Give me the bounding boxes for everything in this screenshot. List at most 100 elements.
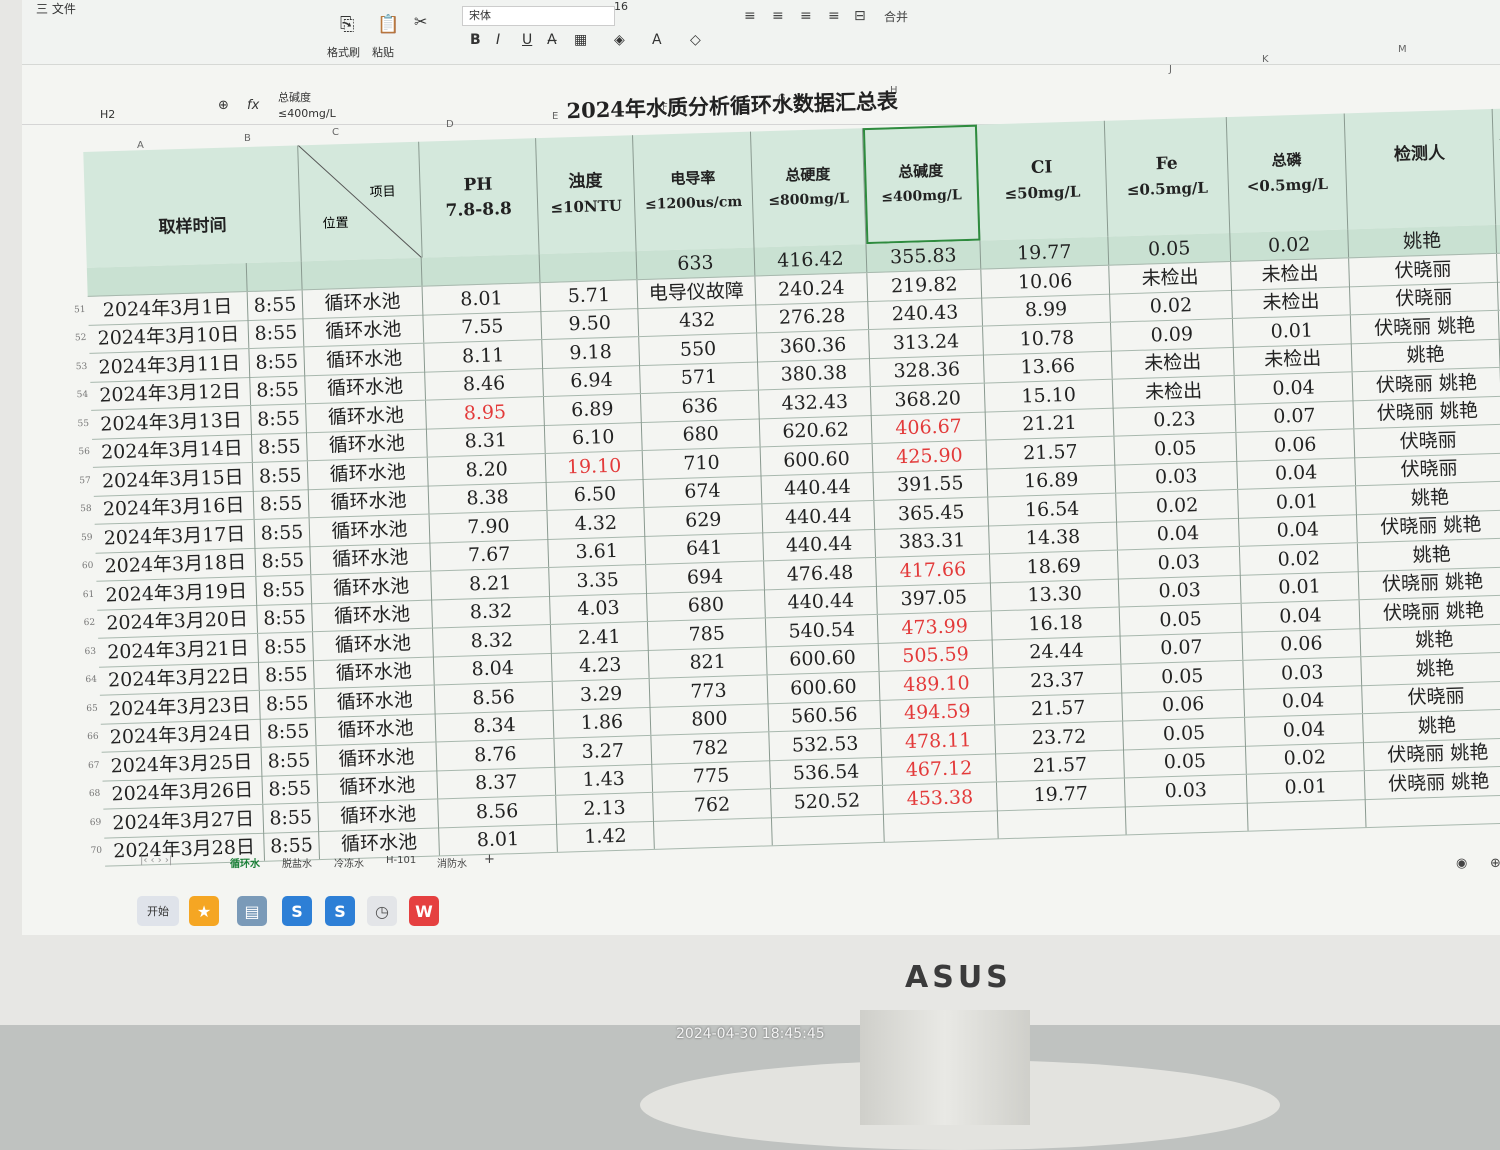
cell-alkalinity[interactable]: 383.31 <box>875 525 990 557</box>
strikethrough-icon[interactable]: A̶ <box>547 32 557 48</box>
cell-ph[interactable]: 8.37 <box>437 766 557 799</box>
cell-alkalinity[interactable]: 397.05 <box>876 582 992 614</box>
cell-cl[interactable]: 10.78 <box>983 322 1112 355</box>
cell-location[interactable]: 循环水池 <box>304 343 426 375</box>
cell-location[interactable]: 循环水池 <box>306 400 427 432</box>
cell-fe[interactable]: 0.04 <box>1117 517 1240 550</box>
cell-cl[interactable]: 16.54 <box>988 493 1118 525</box>
cell-hardness[interactable]: 620.62 <box>759 415 873 447</box>
cut-icon[interactable]: ✂ <box>414 12 427 31</box>
cell-hardness[interactable]: 432.43 <box>758 386 872 418</box>
cell-ph[interactable]: 7.67 <box>430 538 550 571</box>
cell-fe[interactable]: 0.05 <box>1124 745 1247 778</box>
cell-cl[interactable]: 21.21 <box>985 407 1115 440</box>
cell-turbidity[interactable]: 19.10 <box>545 450 644 482</box>
cell-cl[interactable]: 8.99 <box>982 293 1111 326</box>
cell-conductivity[interactable]: 773 <box>649 674 769 707</box>
cell-inspector[interactable]: 伏晓丽 姚艳 <box>1363 737 1500 771</box>
cell-alkalinity[interactable]: 219.82 <box>867 269 983 301</box>
cell-location[interactable]: 循环水池 <box>315 713 437 746</box>
cell-hardness[interactable]: 600.60 <box>760 443 874 475</box>
cell-hardness[interactable]: 560.56 <box>768 699 882 732</box>
cell-fe[interactable]: 0.05 <box>1119 603 1243 636</box>
cell-turbidity[interactable]: 6.50 <box>546 479 645 510</box>
cell-ph[interactable]: 8.76 <box>436 738 556 770</box>
view-icon[interactable]: ◉ <box>1456 856 1467 871</box>
cell-conductivity[interactable]: 762 <box>653 788 772 821</box>
sogou-alt-icon[interactable]: S <box>325 896 355 926</box>
tab-chilled-water[interactable]: 冷冻水 <box>334 855 364 870</box>
cell-time[interactable]: 8:55 <box>249 346 306 377</box>
cell-date[interactable]: 2024年3月22日 <box>99 661 260 695</box>
cell-ph[interactable]: 8.56 <box>434 681 554 713</box>
cell-cl[interactable]: 13.66 <box>983 350 1113 383</box>
cell-turbidity[interactable]: 3.61 <box>548 535 647 567</box>
row-number[interactable]: 53 <box>76 361 88 371</box>
font-name-select[interactable]: 宋体 <box>462 6 615 26</box>
cell-hardness[interactable]: 440.44 <box>761 471 875 504</box>
cell-cl[interactable]: 21.57 <box>994 692 1124 725</box>
cell-conductivity[interactable]: 633 <box>636 247 756 280</box>
column-letter[interactable]: K <box>1262 54 1269 65</box>
row-number[interactable]: 64 <box>85 675 97 685</box>
italic-button[interactable]: I <box>496 32 500 48</box>
cell-fe[interactable]: 0.03 <box>1118 574 1242 607</box>
cell-hardness[interactable] <box>771 813 885 846</box>
cell-fe[interactable]: 0.23 <box>1113 403 1237 436</box>
cell-ph[interactable] <box>421 254 541 286</box>
row-number[interactable]: 56 <box>78 447 90 457</box>
cell-alkalinity[interactable]: 355.83 <box>866 240 982 273</box>
row-number[interactable]: 58 <box>80 504 92 514</box>
cell-time[interactable]: 8:55 <box>250 375 307 405</box>
row-number[interactable]: 66 <box>87 732 99 742</box>
justify-icon[interactable]: ≡ <box>828 8 840 24</box>
align-left-icon[interactable]: ≡ <box>744 8 756 24</box>
cell-conductivity[interactable]: 636 <box>640 389 760 422</box>
cell-ph[interactable]: 8.20 <box>427 453 547 486</box>
cell-turbidity[interactable]: 2.41 <box>550 621 649 653</box>
cell-location[interactable]: 循环水池 <box>314 684 436 717</box>
cell-inspector[interactable]: 伏晓丽 姚艳 <box>1358 566 1500 600</box>
cell-conductivity[interactable] <box>653 817 773 849</box>
cell-phosphorus[interactable]: 0.06 <box>1242 628 1362 660</box>
cell-alkalinity[interactable]: 494.59 <box>880 696 996 728</box>
cell-cl[interactable]: 23.72 <box>995 720 1124 753</box>
cell-inspector[interactable]: 姚艳 <box>1348 224 1498 258</box>
cell-conductivity[interactable]: 641 <box>645 532 765 564</box>
cell-fe[interactable]: 0.03 <box>1117 546 1241 579</box>
cell-date[interactable]: 2024年3月13日 <box>91 405 252 439</box>
cell-inspector[interactable]: 姚艳 <box>1357 538 1500 571</box>
cell-cl[interactable]: 13.30 <box>990 578 1120 611</box>
cell-fe[interactable] <box>1125 802 1249 835</box>
cell-date[interactable]: 2024年3月18日 <box>95 547 257 581</box>
cell-hardness[interactable]: 440.44 <box>764 585 878 618</box>
cell-cl[interactable] <box>997 806 1127 839</box>
cell-alkalinity[interactable]: 328.36 <box>869 354 985 387</box>
cell-turbidity[interactable]: 6.10 <box>544 422 643 453</box>
tab-circulating-water[interactable]: 循环水 <box>230 855 260 870</box>
cell-phosphorus[interactable]: 0.04 <box>1244 685 1364 717</box>
row-number[interactable]: 63 <box>84 646 96 656</box>
row-number[interactable]: 60 <box>82 561 94 571</box>
cell-alkalinity[interactable]: 473.99 <box>877 610 993 643</box>
file-menu[interactable]: 三 文件 <box>36 0 76 17</box>
row-number[interactable]: 59 <box>81 532 93 542</box>
cell-cl[interactable]: 16.18 <box>991 607 1121 639</box>
cell-date[interactable]: 2024年3月15日 <box>92 462 254 496</box>
cell-fe[interactable]: 0.06 <box>1122 688 1246 721</box>
cell-date[interactable]: 2024年3月17日 <box>94 519 256 553</box>
cell-date[interactable]: 2024年3月11日 <box>89 348 251 382</box>
cell-ph[interactable]: 7.90 <box>429 510 549 543</box>
cell-time[interactable]: 8:55 <box>257 603 314 633</box>
cell-time[interactable]: 8:55 <box>254 517 311 548</box>
cell-phosphorus[interactable]: 0.04 <box>1237 457 1357 489</box>
cell-fe[interactable]: 0.07 <box>1120 631 1244 664</box>
cell-ph[interactable]: 8.34 <box>435 709 555 742</box>
cell-time[interactable] <box>246 261 303 292</box>
cell-phosphorus[interactable]: 0.01 <box>1238 485 1357 518</box>
cell-alkalinity[interactable]: 240.43 <box>868 297 984 330</box>
row-number[interactable]: 57 <box>79 475 91 485</box>
cell-hardness[interactable]: 240.24 <box>755 272 869 305</box>
cell-turbidity[interactable]: 5.71 <box>540 279 639 311</box>
header-fe[interactable]: Fe ≤0.5mg/L <box>1104 117 1231 237</box>
